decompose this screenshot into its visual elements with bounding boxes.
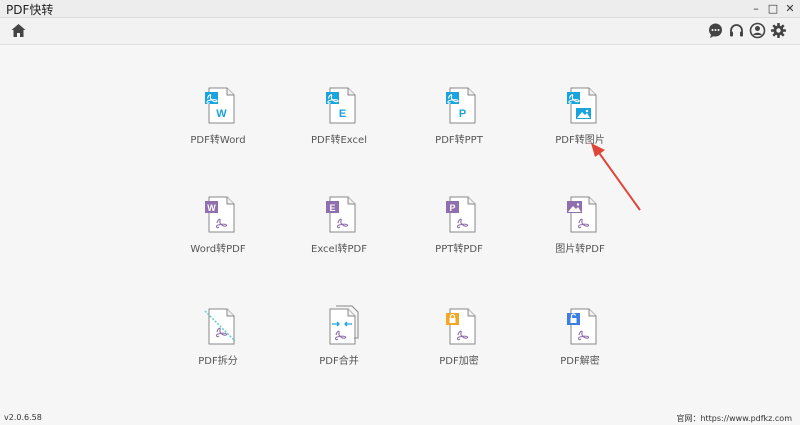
toolbar [0,18,800,45]
tool-tile[interactable]: W Word转PDF [173,193,263,268]
tool-tile[interactable]: PDF解密 [535,305,625,380]
tool-tile[interactable]: P PPT转PDF [414,193,504,268]
svg-text:W: W [207,203,216,213]
tool-label: PDF加密 [439,356,479,367]
minimize-icon[interactable]: – [748,0,764,17]
version-label: v2.0.6.58 [4,413,42,422]
merge-icon [329,305,359,345]
split-icon [204,308,236,345]
decrypt-icon [567,308,597,345]
to-pdf-icon: E [326,196,356,233]
gear-icon[interactable] [770,22,787,39]
pdf-to-image-icon [567,87,597,124]
maximize-icon[interactable]: □ [765,0,781,17]
svg-text:E: E [339,108,346,120]
tool-label: PDF转Excel [311,135,367,146]
tool-tile[interactable]: E Excel转PDF [294,193,384,268]
tool-label: PPT转PDF [435,244,483,255]
pdf-to-icon: P [446,87,476,124]
tool-tile[interactable]: PDF拆分 [173,305,263,380]
website-link[interactable]: 官网：https://www.pdfkz.com [676,413,792,424]
pdf-to-icon: E [326,87,356,124]
tool-tile[interactable]: P PDF转PPT [414,84,504,159]
to-pdf-icon: P [446,196,476,233]
pdf-to-icon: W [205,87,235,124]
tool-tile[interactable]: E PDF转Excel [294,84,384,159]
title-bar: PDF快转 – □ ✕ [0,0,800,18]
status-bar: v2.0.6.58 官网：https://www.pdfkz.com [0,410,800,425]
headset-icon[interactable] [728,22,745,39]
tool-label: PDF解密 [560,356,600,367]
tool-label: PDF转PPT [435,135,483,146]
tool-label: Word转PDF [190,244,246,255]
to-pdf-icon: W [205,196,235,233]
tool-tile[interactable]: PDF合并 [294,305,384,380]
svg-text:P: P [459,108,466,120]
tool-label: Excel转PDF [311,244,367,255]
tool-tile[interactable]: W PDF转Word [173,84,263,159]
encrypt-icon [446,308,476,345]
chat-icon[interactable] [707,22,724,39]
svg-text:E: E [329,203,335,213]
tool-label: PDF拆分 [198,356,238,367]
svg-text:P: P [449,203,455,213]
window-title: PDF快转 [6,3,54,17]
tool-tile[interactable]: PDF加密 [414,305,504,380]
tool-label: PDF合并 [319,356,359,367]
home-icon[interactable] [10,22,27,39]
annotation-arrow [591,143,641,211]
tool-label: PDF转Word [190,135,246,146]
close-icon[interactable]: ✕ [782,0,798,17]
user-icon[interactable] [749,22,766,39]
tool-label: 图片转PDF [555,244,605,255]
svg-text:W: W [216,108,227,120]
